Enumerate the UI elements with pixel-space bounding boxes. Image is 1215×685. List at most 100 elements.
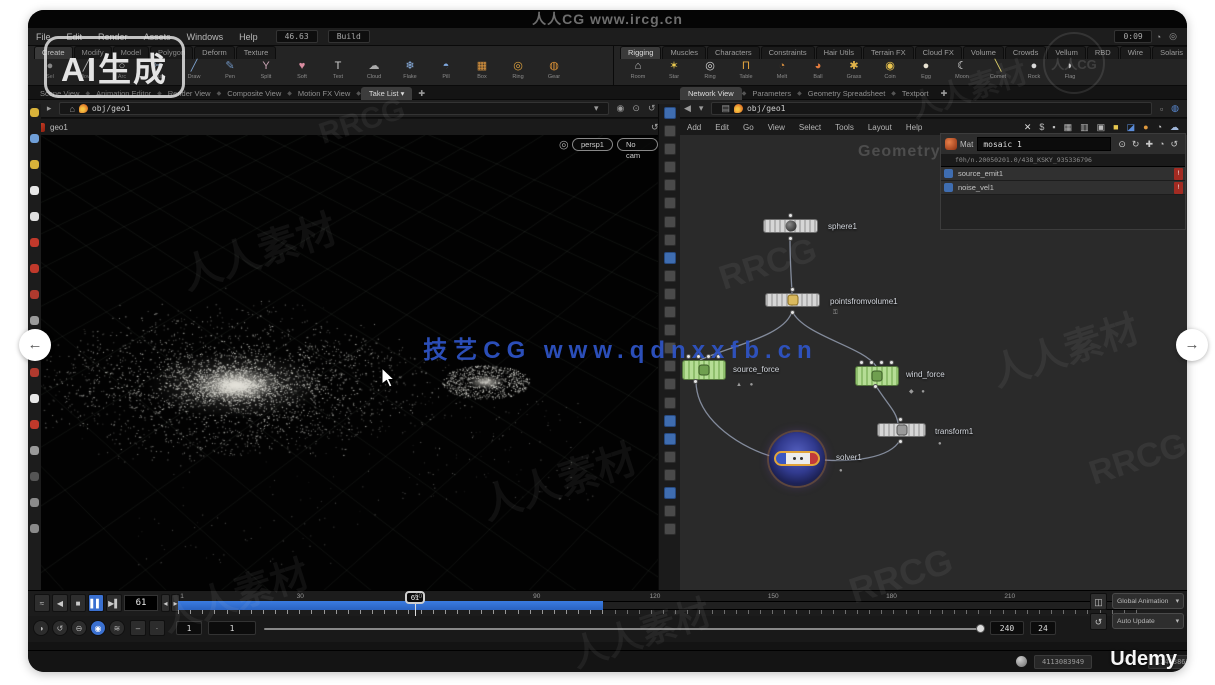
display-option-icon-5[interactable] xyxy=(664,197,676,209)
network-icon-2[interactable]: ▪ xyxy=(1048,122,1059,133)
node-input-dot[interactable] xyxy=(790,287,795,292)
left-tool-icon-7[interactable] xyxy=(30,290,39,299)
global-animation-button[interactable]: Global Animation▾ xyxy=(1112,593,1184,609)
panel-icon-0[interactable]: ⊙ xyxy=(1115,139,1129,150)
display-option-icon-8[interactable] xyxy=(664,252,676,264)
panel-icon-3[interactable]: ◔ xyxy=(1156,139,1167,150)
shelf-tab-solaris[interactable]: Solaris xyxy=(1152,46,1187,59)
desktop-selector[interactable]: Build xyxy=(328,30,370,43)
node-output-dot[interactable] xyxy=(788,236,793,241)
update-icon-button[interactable]: ↺ xyxy=(1090,613,1107,630)
network-icon-5[interactable]: ▣ xyxy=(1093,122,1110,133)
node-transform1[interactable] xyxy=(877,423,926,437)
net-menu-add[interactable]: Add xyxy=(680,123,708,132)
shelf-tool-split[interactable]: YSplit xyxy=(248,60,284,80)
display-option-icon-6[interactable] xyxy=(664,216,676,228)
shelf-tool-ring[interactable]: ◎Ring xyxy=(500,60,536,80)
shelf-tool-egg[interactable]: ●Egg xyxy=(908,60,944,80)
display-option-icon-2[interactable] xyxy=(664,143,676,155)
mini-button-0[interactable]: ‒ xyxy=(130,620,146,636)
menu-windows[interactable]: Windows xyxy=(179,32,232,42)
left-tool-icon-8[interactable] xyxy=(30,316,39,325)
node-sphere1[interactable] xyxy=(763,219,818,233)
node-output-dot[interactable] xyxy=(873,384,878,389)
network-icon-8[interactable]: ● xyxy=(1139,122,1152,133)
playback-option-4[interactable]: ≋ xyxy=(109,620,125,636)
solver-node-pill[interactable] xyxy=(774,451,820,466)
left-tool-icon-16[interactable] xyxy=(30,524,39,533)
shelf-tab-constraints[interactable]: Constraints xyxy=(761,46,815,59)
pane-tab-network-view[interactable]: Network View xyxy=(680,87,742,100)
shelf-tool-box[interactable]: ▦Box xyxy=(464,60,500,80)
node-output-dot[interactable] xyxy=(898,439,903,444)
shelf-tool-moon[interactable]: ☾Moon xyxy=(944,60,980,80)
net-menu-help[interactable]: Help xyxy=(899,123,929,132)
range-start2-field[interactable]: 1 xyxy=(208,621,256,635)
range-start-field[interactable]: 1 xyxy=(176,621,202,635)
shelf-tab-terrain-fx[interactable]: Terrain FX xyxy=(863,46,914,59)
net-dropdown-icon[interactable]: ▾ xyxy=(695,103,708,114)
range-slider[interactable] xyxy=(264,628,980,630)
network-icon-0[interactable]: ✕ xyxy=(1020,122,1036,133)
shelf-tool-cloud[interactable]: ☁Cloud xyxy=(356,60,392,80)
path-text-right[interactable]: obj/geo1 xyxy=(747,104,786,113)
network-icon-4[interactable]: ▥ xyxy=(1076,122,1093,133)
left-tool-icon-15[interactable] xyxy=(30,498,39,507)
display-option-icon-18[interactable] xyxy=(664,433,676,445)
playback-option-3[interactable]: ◉ xyxy=(90,620,106,636)
shelf-tool-grass[interactable]: ✱Grass xyxy=(836,60,872,80)
parameter-row[interactable]: source_emit1! xyxy=(941,167,1185,181)
camera-button-nocam[interactable]: No cam xyxy=(617,138,658,151)
shelf-tab-rigging[interactable]: Rigging xyxy=(620,46,661,59)
menu-help[interactable]: Help xyxy=(231,32,266,42)
display-option-icon-17[interactable] xyxy=(664,415,676,427)
pane-tab-textport[interactable]: Textport xyxy=(896,89,935,98)
network-icon-7[interactable]: ◪ xyxy=(1123,122,1140,133)
shelf-tool-star[interactable]: ✶Star xyxy=(656,60,692,80)
shelf-tool-ring[interactable]: ◎Ring xyxy=(692,60,728,80)
net-menu-select[interactable]: Select xyxy=(792,123,828,132)
node-wind-force[interactable] xyxy=(855,366,899,386)
shelf-tool-room[interactable]: ⌂Room xyxy=(620,60,656,80)
path-text-left[interactable]: obj/geo1 xyxy=(92,104,131,113)
shelf-tab-deform[interactable]: Deform xyxy=(194,46,235,59)
shelf-tool-text[interactable]: TText xyxy=(320,60,356,80)
shelf-tool-pill[interactable]: ◓Pill xyxy=(428,60,464,80)
display-option-icon-0[interactable] xyxy=(664,107,676,119)
net-globe-icon[interactable]: ◍ xyxy=(1167,103,1183,114)
shelf-tab-characters[interactable]: Characters xyxy=(707,46,760,59)
shelf-tool-flake[interactable]: ❄Flake xyxy=(392,60,428,80)
shelf-tab-wire[interactable]: Wire xyxy=(1120,46,1151,59)
shelf-tab-hair-utils[interactable]: Hair Utils xyxy=(816,46,862,59)
transport-button-2[interactable]: ■ xyxy=(70,594,86,612)
node-output-dot[interactable] xyxy=(693,379,698,384)
prev-button[interactable]: ← xyxy=(19,329,51,361)
current-frame-field[interactable]: 61 xyxy=(124,595,158,611)
camera-button-persp[interactable]: persp1 xyxy=(572,138,613,151)
shelf-tool-soft[interactable]: ♥Soft xyxy=(284,60,320,80)
left-tool-icon-1[interactable] xyxy=(30,134,39,143)
panel-icon-1[interactable]: ↻ xyxy=(1129,139,1143,150)
shelf-tab-volume[interactable]: Volume xyxy=(963,46,1004,59)
timeline-ruler[interactable]: 61 1306090120150180210240 xyxy=(178,593,1136,615)
transport-button-0[interactable]: ≈ xyxy=(34,594,50,612)
time-field[interactable]: 0:09 xyxy=(1114,30,1151,43)
pane-tab-composite-view[interactable]: Composite View xyxy=(221,89,287,98)
left-tool-icon-6[interactable] xyxy=(30,264,39,273)
playback-option-2[interactable]: ⊖ xyxy=(71,620,87,636)
add-tab-icon[interactable]: ✚ xyxy=(412,89,431,98)
node-pointsfromvolume1[interactable] xyxy=(765,293,820,307)
pane-tab-motion-fx-view[interactable]: Motion FX View xyxy=(292,89,356,98)
net-menu-edit[interactable]: Edit xyxy=(708,123,736,132)
playback-option-0[interactable]: ◑ xyxy=(33,620,49,636)
range-end-field[interactable]: 240 xyxy=(990,621,1024,635)
net-home-icon[interactable]: ▤ xyxy=(717,103,734,114)
next-button[interactable]: → xyxy=(1176,329,1208,361)
net-menu-tools[interactable]: Tools xyxy=(828,123,861,132)
display-option-icon-10[interactable] xyxy=(664,288,676,300)
node-output-dot[interactable] xyxy=(790,310,795,315)
shelf-tool-coin[interactable]: ◉Coin xyxy=(872,60,908,80)
settings-icon[interactable]: ◎ xyxy=(1165,31,1181,42)
node-input-dot[interactable] xyxy=(898,417,903,422)
display-option-icon-1[interactable] xyxy=(664,125,676,137)
